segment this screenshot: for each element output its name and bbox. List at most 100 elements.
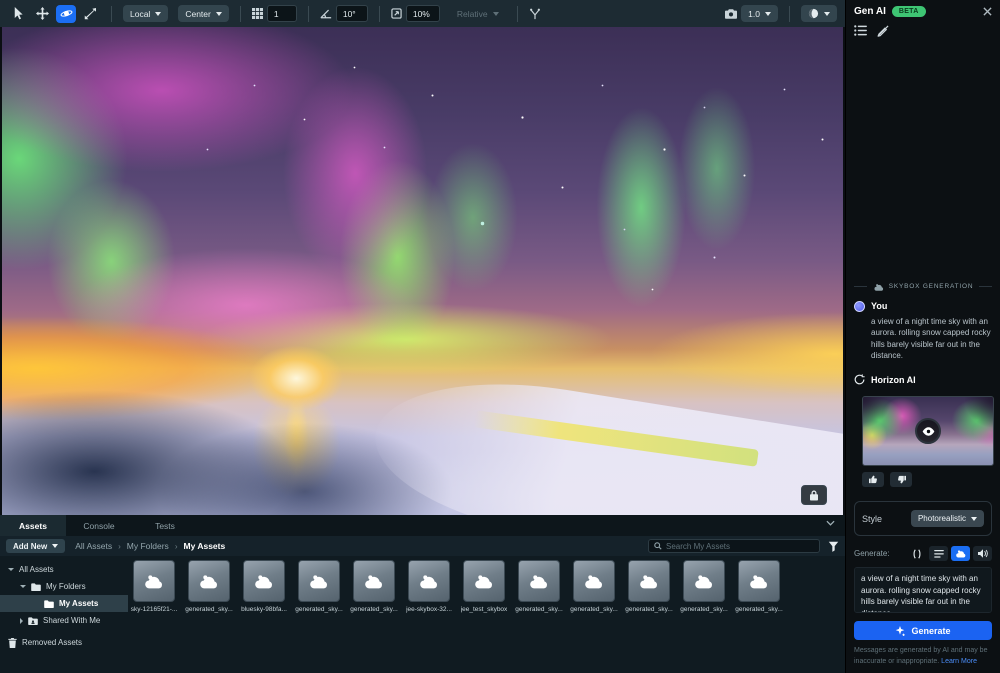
camera-speed-value: 1.0 (748, 9, 760, 19)
move-tool-button[interactable] (32, 5, 52, 23)
asset-name: generated_sky... (185, 606, 233, 613)
tab-tests[interactable]: Tests (132, 515, 198, 536)
generated-skybox-thumbnail[interactable] (862, 396, 994, 466)
asset-name: generated_sky... (295, 606, 343, 613)
transform-space-value: Local (130, 9, 150, 19)
asset-tile[interactable]: generated_sky... (518, 560, 560, 613)
ai-message-header: Horizon AI (854, 374, 992, 385)
grid-snap-input[interactable]: 1 (267, 5, 297, 22)
eye-icon (922, 427, 935, 436)
user-name: You (871, 301, 887, 311)
asset-tile[interactable]: generated_sky... (573, 560, 615, 613)
search-input[interactable] (666, 542, 814, 551)
tab-console[interactable]: Console (66, 515, 132, 536)
panel-collapse-button[interactable] (826, 520, 835, 526)
camera-speed-dropdown[interactable]: 1.0 (741, 5, 778, 22)
cloud-icon (363, 573, 385, 589)
tree-item-shared-with-me[interactable]: Shared With Me (0, 612, 128, 629)
asset-thumbnail (463, 560, 505, 602)
user-message-text: a view of a night time sky with an auror… (854, 316, 992, 362)
add-new-button[interactable]: Add New (6, 539, 65, 553)
generate-mode-row: Generate: (854, 546, 992, 561)
preview-skybox-button[interactable] (915, 418, 941, 444)
cloud-icon (748, 573, 770, 589)
audio-mode-button[interactable] (973, 546, 992, 561)
orbit-tool-button[interactable] (56, 5, 76, 23)
generate-label: Generate: (854, 549, 890, 558)
style-dropdown[interactable]: Photorealistic (911, 510, 984, 527)
no-draw-icon[interactable] (877, 25, 889, 37)
tree-item-all-assets[interactable]: All Assets (0, 561, 128, 578)
close-panel-button[interactable] (983, 7, 992, 16)
asset-grid: sky-12165f21-... generated_sky... bluesk… (128, 556, 845, 673)
asset-tile[interactable]: jee_test_skybox (463, 560, 505, 613)
cloud-icon (253, 573, 275, 589)
sparkle-icon (895, 626, 905, 636)
asset-tile[interactable]: bluesky-98bfa... (243, 560, 285, 613)
panel-tabs: Assets Console Tests (0, 515, 845, 536)
pointer-tool-button[interactable] (8, 5, 28, 23)
skybox-mode-button[interactable] (951, 546, 970, 561)
viewport-lock-button[interactable] (801, 485, 827, 505)
relative-dropdown[interactable]: Relative (450, 5, 506, 22)
asset-thumbnail (573, 560, 615, 602)
skybox-section-divider: SKYBOX GENERATION (854, 283, 992, 291)
filter-funnel-icon[interactable] (828, 541, 839, 552)
asset-tile[interactable]: generated_sky... (353, 560, 395, 613)
generate-button[interactable]: Generate (854, 621, 992, 640)
transform-space-dropdown[interactable]: Local (123, 5, 168, 22)
environment-dropdown[interactable] (801, 5, 837, 22)
breadcrumb-all-assets[interactable]: All Assets (75, 541, 112, 551)
pivot-dropdown[interactable]: Center (178, 5, 229, 22)
scale-snap-input[interactable]: 10% (406, 5, 440, 22)
tree-label: Shared With Me (43, 616, 100, 625)
learn-more-link[interactable]: Learn More (941, 658, 977, 665)
cloud-icon (473, 573, 495, 589)
beta-badge: BETA (892, 6, 926, 17)
thumbs-down-button[interactable] (890, 472, 912, 487)
toolbar-divider (517, 6, 518, 22)
tree-label: Removed Assets (22, 638, 82, 647)
asset-search-box[interactable] (648, 539, 820, 553)
prompt-input[interactable]: a view of a night time sky with an auror… (854, 567, 992, 613)
chevron-down-icon (155, 12, 161, 16)
asset-name: generated_sky... (570, 606, 618, 613)
asset-tile[interactable]: generated_sky... (738, 560, 780, 613)
asset-tile[interactable]: jee-skybox-32... (408, 560, 450, 613)
cloud-icon (308, 573, 330, 589)
breadcrumb-my-assets[interactable]: My Assets (183, 541, 225, 551)
caret-down-icon (20, 585, 26, 588)
asset-tile[interactable]: generated_sky... (298, 560, 340, 613)
asset-tile[interactable]: generated_sky... (628, 560, 670, 613)
code-mode-button[interactable] (907, 546, 926, 561)
cloud-icon (873, 283, 885, 291)
scale-tool-button[interactable] (80, 5, 100, 23)
asset-thumbnail (353, 560, 395, 602)
grid-snap-value: 1 (274, 9, 279, 19)
text-mode-button[interactable] (929, 546, 948, 561)
tree-item-removed-assets[interactable]: Removed Assets (0, 634, 128, 651)
skybox-section-label: SKYBOX GENERATION (873, 283, 974, 291)
asset-name: generated_sky... (735, 606, 783, 613)
grid-snap-icon[interactable] (252, 8, 263, 19)
asset-tile[interactable]: generated_sky... (683, 560, 725, 613)
thumbs-up-button[interactable] (862, 472, 884, 487)
lock-icon (809, 490, 819, 501)
tree-item-my-folders[interactable]: My Folders (0, 578, 128, 595)
asset-tile[interactable]: sky-12165f21-... (133, 560, 175, 613)
chevron-down-icon (824, 12, 830, 16)
asset-folder-tree: All Assets My Folders My Assets Shared W… (0, 556, 128, 673)
tab-assets[interactable]: Assets (0, 515, 66, 536)
thumbs-up-icon (869, 475, 878, 484)
caret-down-icon (8, 568, 14, 571)
rotate-snap-input[interactable]: 10° (336, 5, 368, 22)
scale-snap-icon[interactable] (391, 8, 402, 19)
node-fork-icon[interactable] (529, 8, 541, 20)
tree-item-my-assets[interactable]: My Assets (0, 595, 128, 612)
asset-tile[interactable]: generated_sky... (188, 560, 230, 613)
breadcrumb-my-folders[interactable]: My Folders (127, 541, 169, 551)
rotate-snap-icon[interactable] (320, 8, 332, 19)
3d-viewport[interactable] (2, 27, 843, 515)
tree-label: My Assets (59, 599, 98, 608)
history-list-icon[interactable] (854, 25, 867, 36)
